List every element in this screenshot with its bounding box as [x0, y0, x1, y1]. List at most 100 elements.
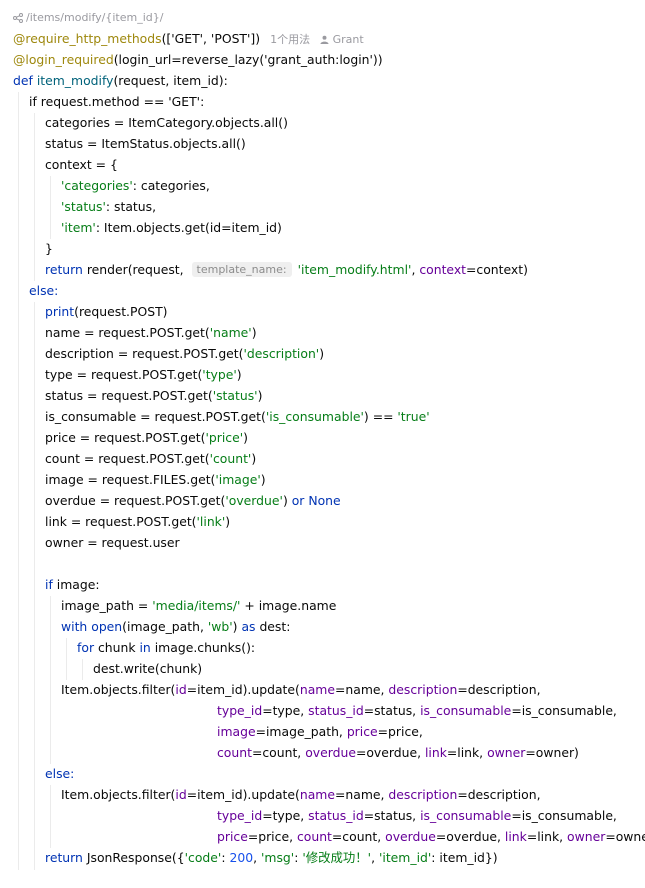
code-token: (['GET', 'POST']): [161, 31, 261, 46]
code-token: categories = ItemCategory.objects.all(): [45, 115, 288, 130]
indent-guide: [50, 596, 51, 764]
code-line-33: type_id=type, status_id=status, is_consu…: [217, 700, 617, 721]
code-token: chunk: [94, 640, 140, 655]
string-literal: 'description': [243, 346, 320, 361]
keyword-argument: is_consumable: [420, 808, 512, 823]
code-token: =description,: [457, 682, 541, 697]
code-token: =item_id).update(: [186, 787, 300, 802]
string-literal: '修改成功！': [302, 850, 372, 865]
keyword: else:: [29, 283, 59, 298]
keyword: or None: [291, 493, 341, 508]
keyword-argument: type_id: [217, 808, 263, 823]
keyword-argument: owner: [567, 829, 606, 844]
code-token: =type,: [262, 808, 309, 823]
code-line-16: description = request.POST.get('descript…: [45, 346, 325, 361]
keyword-argument: link: [504, 829, 527, 844]
keyword-argument: name: [299, 787, 335, 802]
code-line-38: type_id=type, status_id=status, is_consu…: [217, 805, 617, 826]
string-literal: 'media/items/': [152, 598, 241, 613]
string-literal: 'overdue': [225, 493, 283, 508]
code-token: =owner): [525, 745, 579, 760]
code-token: =is_consumable,: [511, 703, 617, 718]
keyword-argument: id: [175, 682, 187, 697]
keyword-argument: image: [217, 724, 256, 739]
keyword-argument: link: [424, 745, 447, 760]
parameter-hint: template_name:: [191, 262, 292, 277]
code-token: description = request.POST.get(: [45, 346, 244, 361]
code-token: (request, item_id):: [113, 73, 228, 88]
string-literal: 'msg': [260, 850, 295, 865]
builtin-function: open: [87, 619, 123, 634]
code-line-5: categories = ItemCategory.objects.all(): [45, 112, 288, 133]
code-line-36: else:: [45, 763, 74, 784]
code-token: ) ==: [363, 409, 398, 424]
keyword-argument: count: [296, 829, 332, 844]
keyword: for: [77, 640, 95, 655]
keyword-argument: id: [175, 787, 187, 802]
code-line-17: type = request.POST.get('type'): [45, 367, 242, 382]
code-token: =context): [466, 262, 528, 277]
code-line-27: if image:: [45, 574, 100, 595]
code-line-9: 'status': status,: [61, 196, 156, 217]
string-literal: 'code': [184, 850, 222, 865]
code-line-7: context = {: [45, 154, 118, 175]
code-token: JsonResponse({: [82, 850, 185, 865]
code-line-14: print(request.POST): [45, 301, 168, 322]
code-line-23: overdue = request.POST.get('overdue') or…: [45, 490, 341, 511]
code-token: dest:: [255, 619, 291, 634]
code-token: =type,: [262, 703, 309, 718]
code-line-30: for chunk in image.chunks():: [77, 637, 255, 658]
string-literal: 'true': [397, 409, 430, 424]
code-line-28: image_path = 'media/items/' + image.name: [61, 595, 336, 616]
keyword: return: [45, 850, 83, 865]
code-token: image_path =: [61, 598, 153, 613]
code-token: : status,: [105, 199, 157, 214]
code-token: =owner): [605, 829, 645, 844]
string-literal: 'price': [205, 430, 244, 445]
code-line-35: count=count, overdue=overdue, link=link,…: [217, 742, 579, 763]
code-token: (request.POST): [74, 304, 168, 319]
usage-count[interactable]: 1个用法: [270, 33, 310, 46]
string-literal: 'item': [61, 220, 96, 235]
indent-guide: [66, 638, 67, 680]
code-token: =is_consumable,: [511, 808, 617, 823]
route-hint[interactable]: /items/modify/{item_id}/: [13, 11, 163, 24]
string-literal: 'item_modify.html': [297, 262, 412, 277]
code-line-13: else:: [29, 280, 58, 301]
code-line-3: def item_modify(request, item_id):: [13, 70, 228, 91]
code-token: : item_id}): [431, 850, 498, 865]
keyword-argument: status_id: [308, 808, 364, 823]
code-token: price = request.POST.get(: [45, 430, 206, 445]
code-token: overdue = request.POST.get(: [45, 493, 226, 508]
keyword-argument: status_id: [308, 703, 364, 718]
code-token: is_consumable = request.POST.get(: [45, 409, 266, 424]
code-token: =count,: [331, 829, 386, 844]
code-token: =overdue,: [355, 745, 425, 760]
code-token: =overdue,: [435, 829, 505, 844]
code-token: =name,: [335, 787, 389, 802]
keyword-argument: overdue: [385, 829, 436, 844]
code-line-31: dest.write(chunk): [93, 658, 202, 679]
author-hint[interactable]: Grant: [320, 33, 364, 46]
string-literal: 'wb': [207, 619, 233, 634]
code-editor[interactable]: /items/modify/{item_id}/ @require_http_m…: [0, 0, 645, 888]
code-token: =item_id).update(: [186, 682, 300, 697]
code-token: context = {: [45, 157, 118, 172]
code-line-11: }: [45, 238, 53, 259]
indent-guide: [34, 302, 35, 870]
string-literal: 'is_consumable': [265, 409, 364, 424]
code-token: status = request.POST.get(: [45, 388, 213, 403]
user-icon: [320, 35, 329, 44]
share-icon: [13, 12, 23, 23]
code-token: }: [45, 241, 53, 256]
code-token: =price,: [377, 724, 423, 739]
keyword-argument: overdue: [305, 745, 356, 760]
code-line-8: 'categories': categories,: [61, 175, 210, 196]
code-token: (login_url=reverse_lazy('grant_auth:logi…: [113, 52, 383, 67]
keyword: as: [241, 619, 256, 634]
code-token: + image.name: [240, 598, 337, 613]
code-token: owner = request.user: [45, 535, 180, 550]
code-token: type = request.POST.get(: [45, 367, 203, 382]
code-token: =name,: [335, 682, 389, 697]
decorator: @require_http_methods: [13, 31, 162, 46]
